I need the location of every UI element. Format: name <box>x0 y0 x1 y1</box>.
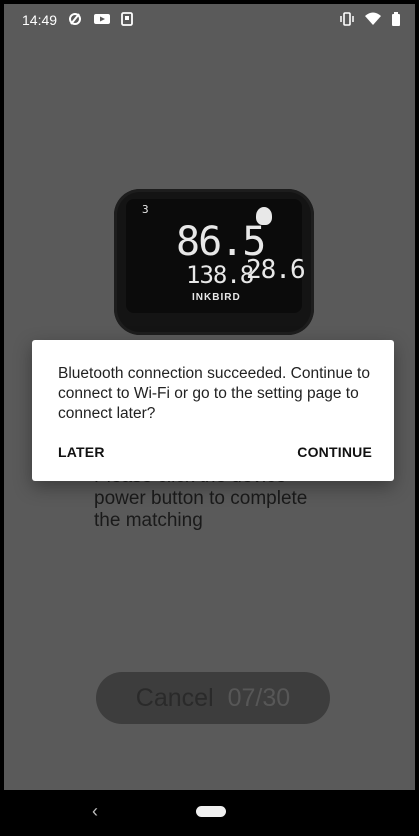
vibrate-icon <box>340 12 354 26</box>
app-screen: 14:49 3 86.5 138.8 28.6 INKBIRD power bu… <box>4 4 415 790</box>
countdown-counter: 07/30 <box>227 683 291 712</box>
status-right-icons <box>339 12 401 26</box>
device-right-reading: 28.6 <box>246 255 306 285</box>
device-lcd-display: 3 86.5 138.8 28.6 INKBIRD <box>126 199 306 313</box>
navigation-bar: ‹ <box>0 790 419 836</box>
device-brand-logo: INKBIRD <box>192 292 241 303</box>
wifi-icon <box>365 12 381 25</box>
continue-button[interactable]: CONTINUE <box>297 444 372 460</box>
youtube-icon <box>94 14 110 24</box>
notification-icon <box>121 12 133 26</box>
home-button[interactable] <box>196 806 226 817</box>
device-top-label: 3 <box>142 203 149 216</box>
status-time: 14:49 <box>22 12 58 28</box>
bluetooth-success-dialog: Bluetooth connection succeeded. Continue… <box>32 340 394 481</box>
later-button[interactable]: LATER <box>58 444 105 460</box>
device-small-reading: 138.8 <box>186 261 254 289</box>
device-image: 3 86.5 138.8 28.6 INKBIRD <box>114 189 314 335</box>
back-icon[interactable]: ‹ <box>92 801 98 822</box>
no-data-icon <box>69 13 81 25</box>
dialog-message: Bluetooth connection succeeded. Continue… <box>58 365 370 422</box>
battery-icon <box>392 12 400 26</box>
status-bar: 14:49 <box>4 4 415 36</box>
cancel-label: Cancel <box>135 683 214 712</box>
cancel-button[interactable]: Cancel 07/30 <box>96 672 330 724</box>
